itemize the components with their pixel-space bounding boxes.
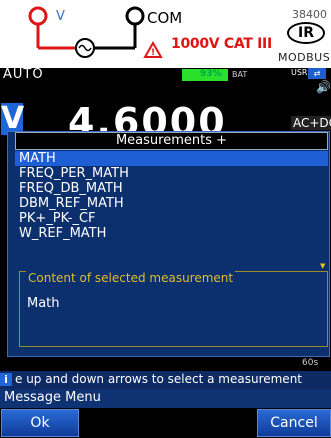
list-item-w-ref-math[interactable]: W_REF_MATH [15,226,328,241]
com-label: COM [147,9,183,27]
svg-text:V: V [56,9,65,24]
info-icon: i [0,373,12,386]
hint-text: e up and down arrows to select a measure… [15,372,303,386]
dialog-title: Measurements + [15,132,328,150]
list-item-pk-pk-cf[interactable]: PK+_PK-_CF [15,211,328,226]
modbus-label: MODBUS [278,51,331,64]
cat-rating-warning: 1000V CAT III [171,36,272,52]
list-item-freq-per-math[interactable]: FREQ_PER_MATH [15,166,328,181]
time-label: 60s [302,358,319,368]
battery-level: 93% [200,69,222,79]
range-mode: AUTO [3,67,44,82]
status-bar [0,68,331,98]
list-item-dbm-ref-math[interactable]: DBM_REF_MATH [15,196,328,211]
coupling-label: AC+DC [291,116,331,130]
ir-icon: IR [287,22,325,44]
content-value: Math [27,296,60,311]
svg-text:!: ! [151,48,155,58]
reading-strip [0,357,331,371]
scroll-down-icon[interactable]: ▼ [320,262,325,270]
cancel-button[interactable]: Cancel [257,409,331,437]
baud-rate: 38400 [292,8,327,21]
list-item-freq-db-math[interactable]: FREQ_DB_MATH [15,181,328,196]
usb-icon: ⇄ [308,68,326,79]
content-label: Content of selected measurement [26,271,236,285]
battery-label: BAT [232,70,248,79]
list-item-math[interactable]: MATH [15,151,328,166]
measurement-list[interactable]: MATH FREQ_PER_MATH FREQ_DB_MATH DBM_REF_… [15,151,328,259]
speaker-icon: 🔊 [316,80,331,94]
ok-button[interactable]: Ok [1,409,79,437]
message-menu-title: Message Menu [4,390,101,405]
usr-label: USR [291,68,308,77]
